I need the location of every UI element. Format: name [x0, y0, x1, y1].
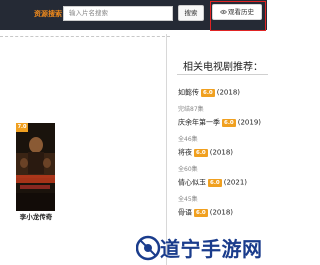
- recommend-item[interactable]: 倩心似玉 6.0 (2021) 全45集: [178, 172, 247, 203]
- score-badge: 6.0: [222, 118, 236, 127]
- score-badge: 6.0: [194, 208, 208, 217]
- search-input[interactable]: 输入片名搜索: [63, 6, 173, 21]
- item-year: (2018): [216, 88, 241, 97]
- poster-image[interactable]: [16, 123, 55, 211]
- item-name[interactable]: 庆余年第一季: [178, 119, 220, 127]
- recommend-item[interactable]: 将夜 6.0 (2018) 全60集: [178, 142, 233, 173]
- dashed-divider: [0, 36, 170, 37]
- item-year: (2018): [209, 148, 234, 157]
- watch-history-button[interactable]: 观看历史: [212, 4, 262, 20]
- watch-history-label: 观看历史: [228, 8, 254, 16]
- recommend-item[interactable]: 庆余年第一季 6.0 (2019) 全46集: [178, 112, 261, 143]
- poster-score-badge: 7.0: [16, 123, 28, 132]
- poster-title[interactable]: 李小龙传奇: [10, 211, 62, 221]
- score-badge: 6.0: [194, 148, 208, 157]
- recommend-item[interactable]: 如懿传 6.0 (2018) 完结87集: [178, 82, 240, 113]
- item-year: (2019): [237, 118, 262, 127]
- recommend-divider: [177, 74, 268, 75]
- score-badge: 6.0: [201, 88, 215, 97]
- item-name[interactable]: 倩心似玉: [178, 179, 206, 187]
- eye-icon: [220, 9, 227, 15]
- watermark-text: 道宁手游网: [160, 237, 263, 261]
- recommend-item[interactable]: 骨语 6.0 (2018): [178, 202, 233, 221]
- item-year: (2021): [223, 178, 248, 187]
- score-badge: 6.0: [208, 178, 222, 187]
- item-name[interactable]: 将夜: [178, 149, 192, 157]
- search-button[interactable]: 搜索: [178, 5, 204, 21]
- item-year: (2018): [209, 208, 234, 217]
- item-name[interactable]: 骨语: [178, 209, 192, 217]
- recommend-title: 相关电视剧推荐：: [183, 62, 263, 73]
- item-name[interactable]: 如懿传: [178, 89, 199, 97]
